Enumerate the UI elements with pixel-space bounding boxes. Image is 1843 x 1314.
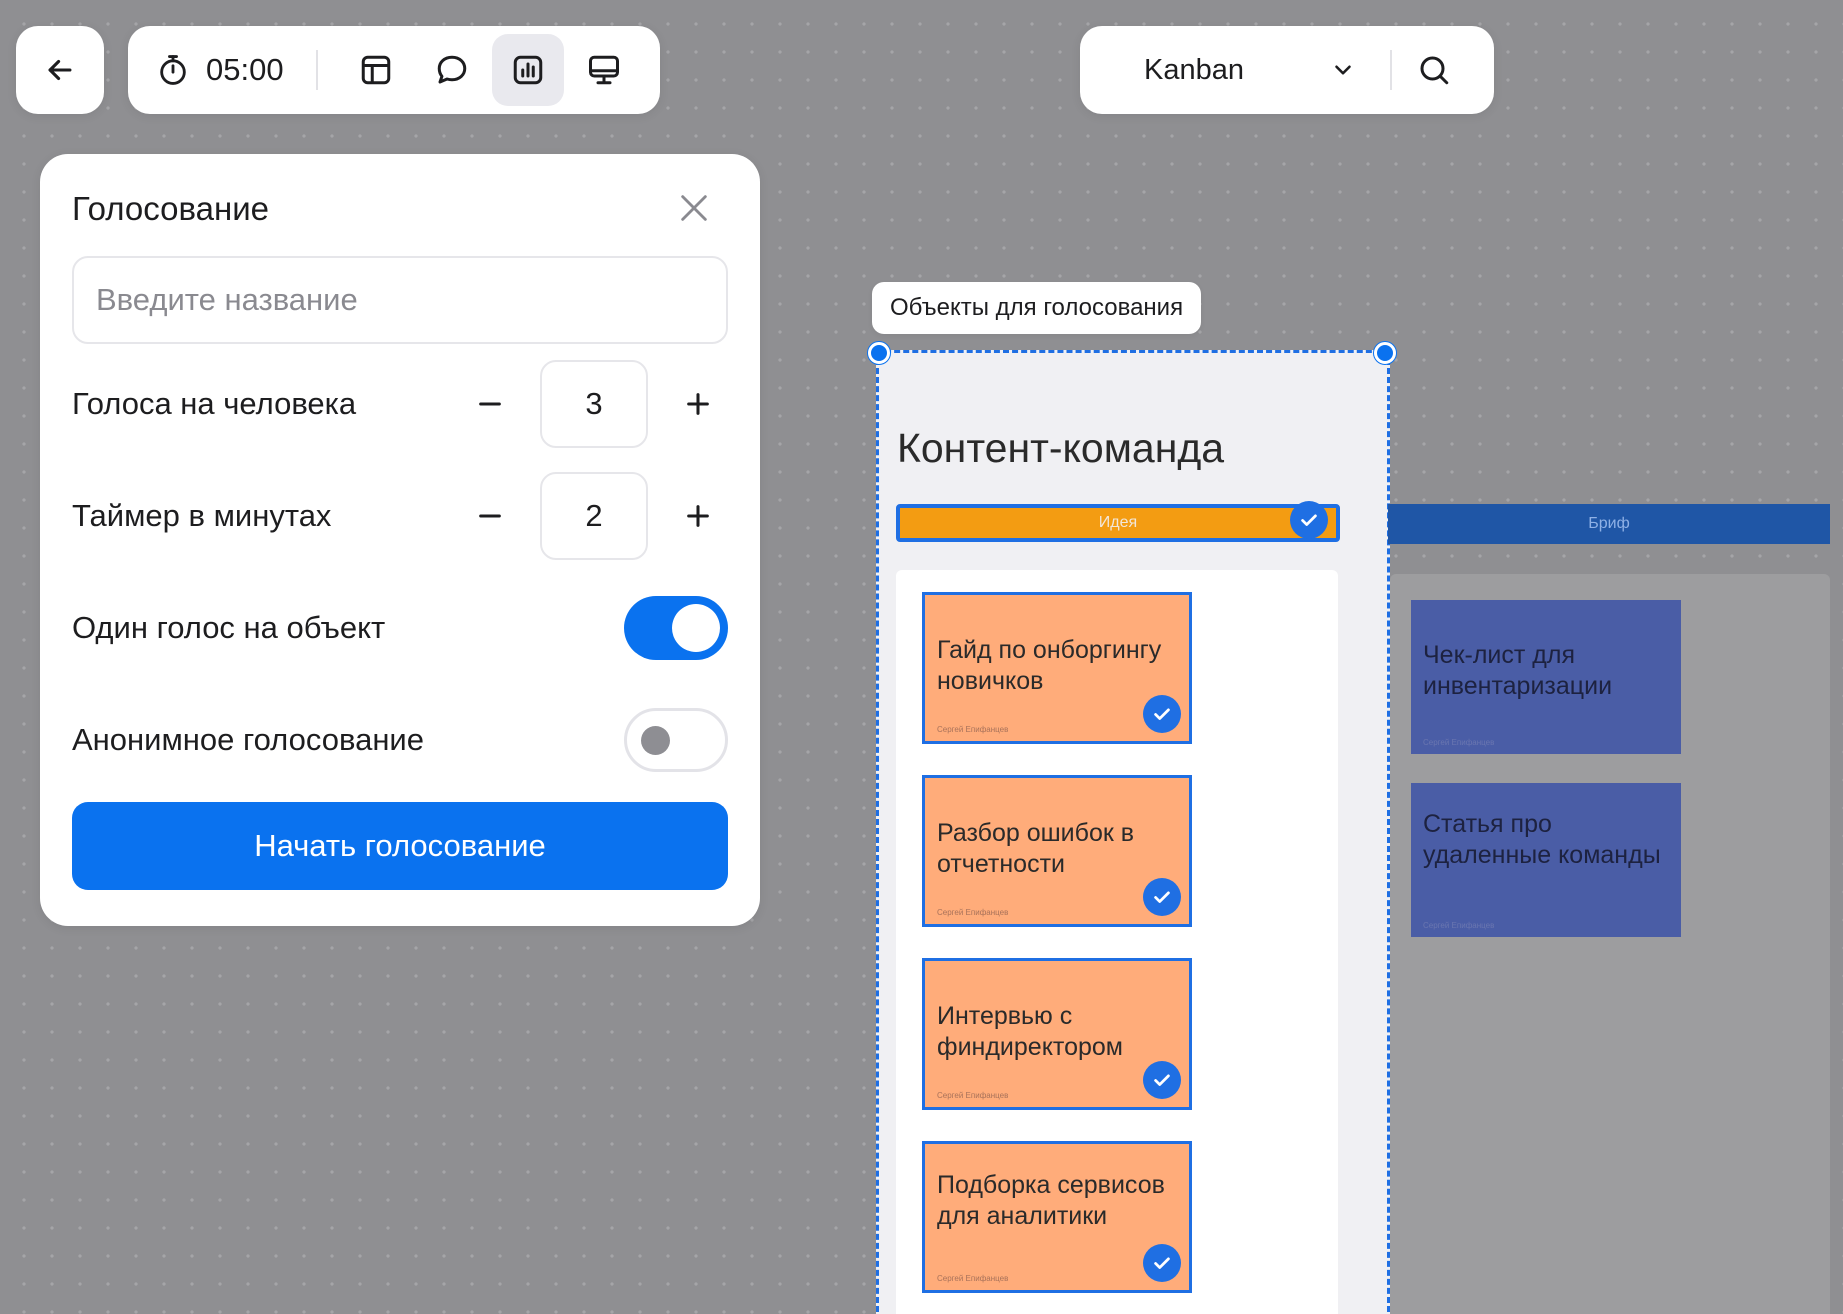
- votes-per-person-value[interactable]: 3: [540, 360, 648, 448]
- sticky-note[interactable]: Статья про удаленные команды Сергей Епиф…: [1411, 783, 1681, 937]
- stopwatch-icon: [160, 55, 186, 85]
- column-title: Бриф: [1588, 515, 1630, 532]
- minus-icon: [479, 514, 501, 518]
- sticky-selected-check: [1143, 695, 1181, 733]
- timer[interactable]: 05:00: [156, 52, 284, 88]
- plus-icon: [687, 393, 709, 415]
- sticky-text: Гайд по онборгингу новичков: [937, 636, 1162, 696]
- layout-icon: [361, 55, 390, 85]
- board-name[interactable]: Kanban: [1144, 54, 1314, 87]
- back-button[interactable]: [16, 26, 104, 114]
- voting-button[interactable]: [491, 34, 564, 106]
- timer-increment-button[interactable]: [668, 486, 728, 546]
- search-icon[interactable]: [1416, 52, 1452, 88]
- comment-icon: [437, 55, 466, 84]
- sticky-note[interactable]: Разбор ошибок в отчетности Сергей Епифан…: [922, 775, 1192, 927]
- minus-icon: [479, 402, 501, 406]
- check-icon: [1154, 708, 1170, 720]
- sticky-author: Сергей Епифанцев: [1423, 738, 1495, 747]
- sticky-selected-check: [1143, 1244, 1181, 1282]
- sticky-author: Сергей Епифанцев: [937, 1091, 1009, 1100]
- close-icon: [681, 195, 707, 221]
- sticky-text: Подборка сервисов для аналитики: [937, 1171, 1165, 1231]
- timer-minutes-row: Таймер в минутах 2: [72, 460, 728, 572]
- resize-handle-top-left[interactable]: [868, 342, 890, 364]
- timer-minutes-label: Таймер в минутах: [72, 498, 332, 533]
- sticky-author: Сергей Епифанцев: [937, 725, 1009, 734]
- sticky-text: Статья про удаленные команды: [1423, 810, 1661, 870]
- sticky-text: Интервью с финдиректором: [937, 1002, 1123, 1062]
- votes-per-person-label: Голоса на человека: [72, 386, 357, 421]
- voting-panel: Голосование Голоса на человека 3 Таймер …: [40, 154, 760, 926]
- start-voting-button[interactable]: Начать голосование: [72, 802, 728, 890]
- board-selector: Kanban: [1080, 26, 1494, 114]
- column-header-brief[interactable]: Бриф: [1388, 504, 1830, 544]
- check-icon: [1301, 514, 1317, 526]
- one-vote-label: Один голос на объект: [72, 610, 386, 645]
- check-icon: [1154, 1074, 1170, 1086]
- sticky-text: Чек-лист для инвентаризации: [1423, 641, 1613, 701]
- frame-title: Контент-команда: [897, 425, 1225, 471]
- board-selector-divider: [1390, 50, 1392, 90]
- check-icon: [1154, 891, 1170, 903]
- timer-minutes-stepper: 2: [460, 472, 728, 560]
- voting-icon: [513, 55, 542, 85]
- chevron-down-icon[interactable]: [1330, 57, 1356, 83]
- sticky-note[interactable]: Чек-лист для инвентаризации Сергей Епифа…: [1411, 600, 1681, 754]
- sticky-note[interactable]: Гайд по онборгингу новичков Сергей Епифа…: [922, 592, 1192, 744]
- sticky-author: Сергей Епифанцев: [1423, 921, 1495, 930]
- timer-decrement-button[interactable]: [460, 486, 520, 546]
- sticky-note[interactable]: Подборка сервисов для аналитики Сергей Е…: [922, 1141, 1192, 1293]
- column-selected-check: [1290, 501, 1328, 539]
- check-icon: [1154, 1257, 1170, 1269]
- sticky-author: Сергей Епифанцев: [937, 908, 1009, 917]
- timer-value: 05:00: [206, 52, 284, 87]
- anonymous-toggle[interactable]: [624, 708, 728, 772]
- resize-handle-top-right[interactable]: [1374, 342, 1396, 364]
- voting-name-input[interactable]: [72, 256, 728, 344]
- votes-decrement-button[interactable]: [460, 374, 520, 434]
- votes-per-person-stepper: 3: [460, 360, 728, 448]
- anonymous-label: Анонимное голосование: [72, 722, 424, 757]
- sticky-author: Сергей Епифанцев: [937, 1274, 1009, 1283]
- timer-minutes-value[interactable]: 2: [540, 472, 648, 560]
- plus-icon: [687, 505, 709, 527]
- layout-button[interactable]: [340, 34, 412, 106]
- presentation-button[interactable]: [568, 34, 640, 106]
- selection-tag: Объекты для голосования: [872, 282, 1202, 334]
- toolbar-divider: [315, 50, 318, 90]
- one-vote-row: Один голос на объект: [72, 572, 728, 684]
- sticky-text: Разбор ошибок в отчетности: [937, 819, 1135, 879]
- sticky-selected-check: [1143, 878, 1181, 916]
- column-title: Идея: [1098, 514, 1138, 531]
- presentation-icon: [588, 55, 619, 85]
- voting-panel-title: Голосование: [72, 190, 270, 227]
- comment-button[interactable]: [416, 34, 488, 106]
- votes-increment-button[interactable]: [668, 374, 728, 434]
- arrow-left-icon: [48, 59, 72, 81]
- toolbar: 05:00: [128, 26, 660, 114]
- one-vote-toggle[interactable]: [624, 596, 728, 660]
- sticky-note[interactable]: Интервью с финдиректором Сергей Епифанце…: [922, 958, 1192, 1110]
- votes-per-person-row: Голоса на человека 3: [72, 348, 728, 460]
- sticky-selected-check: [1143, 1061, 1181, 1099]
- close-button[interactable]: [668, 182, 720, 234]
- column-header-idea[interactable]: Идея: [896, 504, 1340, 542]
- anonymous-row: Анонимное голосование: [72, 684, 728, 796]
